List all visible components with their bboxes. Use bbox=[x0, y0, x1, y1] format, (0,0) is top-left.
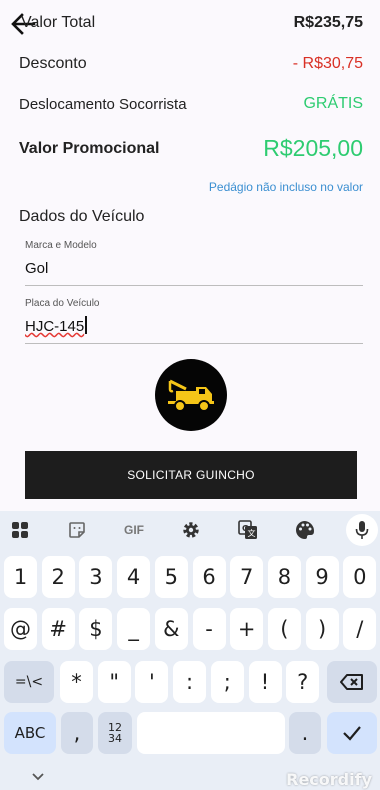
key-1[interactable]: # bbox=[41, 608, 75, 650]
settings-gear-icon[interactable] bbox=[180, 519, 202, 541]
sticker-icon[interactable] bbox=[66, 519, 88, 541]
key-9[interactable]: 0 bbox=[343, 556, 377, 598]
gif-button[interactable]: GIF bbox=[120, 519, 148, 541]
tow-truck-icon bbox=[168, 379, 214, 412]
plate-field[interactable]: Placa do Veículo HJC-145 bbox=[25, 298, 363, 344]
total-row: Valor Total R$235,75 bbox=[19, 14, 363, 32]
backspace-icon bbox=[340, 674, 363, 690]
vehicle-section-title: Dados do Veículo bbox=[19, 208, 145, 225]
model-field-label: Marca e Modelo bbox=[25, 240, 97, 251]
microphone-icon[interactable] bbox=[351, 519, 373, 541]
promo-label: Valor Promocional bbox=[19, 139, 160, 157]
key-0[interactable]: @ bbox=[4, 608, 37, 650]
text-cursor bbox=[85, 316, 88, 334]
promo-row: Valor Promocional R$205,00 bbox=[19, 135, 363, 162]
key-1[interactable]: " bbox=[97, 661, 131, 703]
checkmark-icon bbox=[343, 726, 361, 741]
travel-label: Deslocamento Socorrista bbox=[19, 95, 187, 113]
request-tow-button[interactable]: SOLICITAR GUINCHO bbox=[25, 451, 357, 499]
comma-key[interactable]: , bbox=[61, 712, 93, 754]
key-6[interactable]: + bbox=[230, 608, 264, 650]
key-6[interactable]: ? bbox=[286, 661, 320, 703]
on-screen-keyboard: GIF G文 1234567890 @#$_&-+()/ *"':;!? =\<… bbox=[0, 511, 380, 790]
key-0[interactable]: * bbox=[60, 661, 93, 703]
promo-value: R$205,00 bbox=[263, 135, 363, 161]
key-4[interactable]: ; bbox=[210, 661, 244, 703]
model-field-value[interactable]: Gol bbox=[25, 260, 48, 277]
key-3[interactable]: : bbox=[173, 661, 207, 703]
key-5[interactable]: ! bbox=[248, 661, 282, 703]
discount-row: Desconto - R$30,75 bbox=[19, 55, 363, 73]
keyboard-toolbar: GIF G文 bbox=[0, 511, 380, 549]
palette-icon[interactable] bbox=[294, 519, 316, 541]
key-0[interactable]: 1 bbox=[4, 556, 37, 598]
abc-key[interactable]: ABC bbox=[4, 712, 56, 754]
key-5[interactable]: - bbox=[192, 608, 226, 650]
chevron-down-icon[interactable] bbox=[31, 772, 45, 782]
plate-field-label: Placa do Veículo bbox=[25, 298, 100, 309]
key-8[interactable]: ) bbox=[305, 608, 339, 650]
apps-grid-icon[interactable] bbox=[9, 519, 31, 541]
key-6[interactable]: 7 bbox=[230, 556, 264, 598]
key-1[interactable]: 2 bbox=[41, 556, 75, 598]
key-9[interactable]: / bbox=[343, 608, 377, 650]
tow-truck-badge bbox=[155, 359, 227, 431]
recordify-watermark: Recordify bbox=[286, 770, 372, 789]
backspace-key[interactable] bbox=[327, 661, 377, 703]
key-2[interactable]: $ bbox=[79, 608, 113, 650]
key-7[interactable]: ( bbox=[267, 608, 301, 650]
symbols-toggle-key[interactable]: =\< bbox=[4, 661, 54, 703]
travel-value: GRÁTIS bbox=[303, 95, 363, 112]
total-value: R$235,75 bbox=[293, 14, 363, 31]
key-5[interactable]: 6 bbox=[192, 556, 226, 598]
model-field[interactable]: Marca e Modelo Gol bbox=[25, 240, 363, 286]
key-3[interactable]: _ bbox=[117, 608, 151, 650]
space-key[interactable] bbox=[137, 712, 285, 754]
numpad-key[interactable]: 12 34 bbox=[98, 712, 132, 754]
discount-value: - R$30,75 bbox=[292, 55, 363, 72]
key-4[interactable]: & bbox=[154, 608, 188, 650]
plate-field-value-wrap[interactable]: HJC-145 bbox=[25, 316, 88, 335]
key-4[interactable]: 5 bbox=[154, 556, 188, 598]
key-7[interactable]: 8 bbox=[267, 556, 301, 598]
travel-row: Deslocamento Socorrista GRÁTIS bbox=[19, 95, 363, 113]
key-3[interactable]: 4 bbox=[117, 556, 151, 598]
enter-key[interactable] bbox=[327, 712, 377, 754]
discount-label: Desconto bbox=[19, 55, 87, 72]
key-2[interactable]: 3 bbox=[79, 556, 113, 598]
toll-note: Pedágio não incluso no valor bbox=[208, 180, 363, 194]
total-label: Valor Total bbox=[21, 14, 96, 31]
svg-text:文: 文 bbox=[248, 528, 256, 538]
period-key[interactable]: . bbox=[289, 712, 321, 754]
plate-field-value: HJC-145 bbox=[25, 318, 85, 335]
key-8[interactable]: 9 bbox=[305, 556, 339, 598]
key-2[interactable]: ' bbox=[135, 661, 169, 703]
translate-icon[interactable]: G文 bbox=[237, 519, 259, 541]
